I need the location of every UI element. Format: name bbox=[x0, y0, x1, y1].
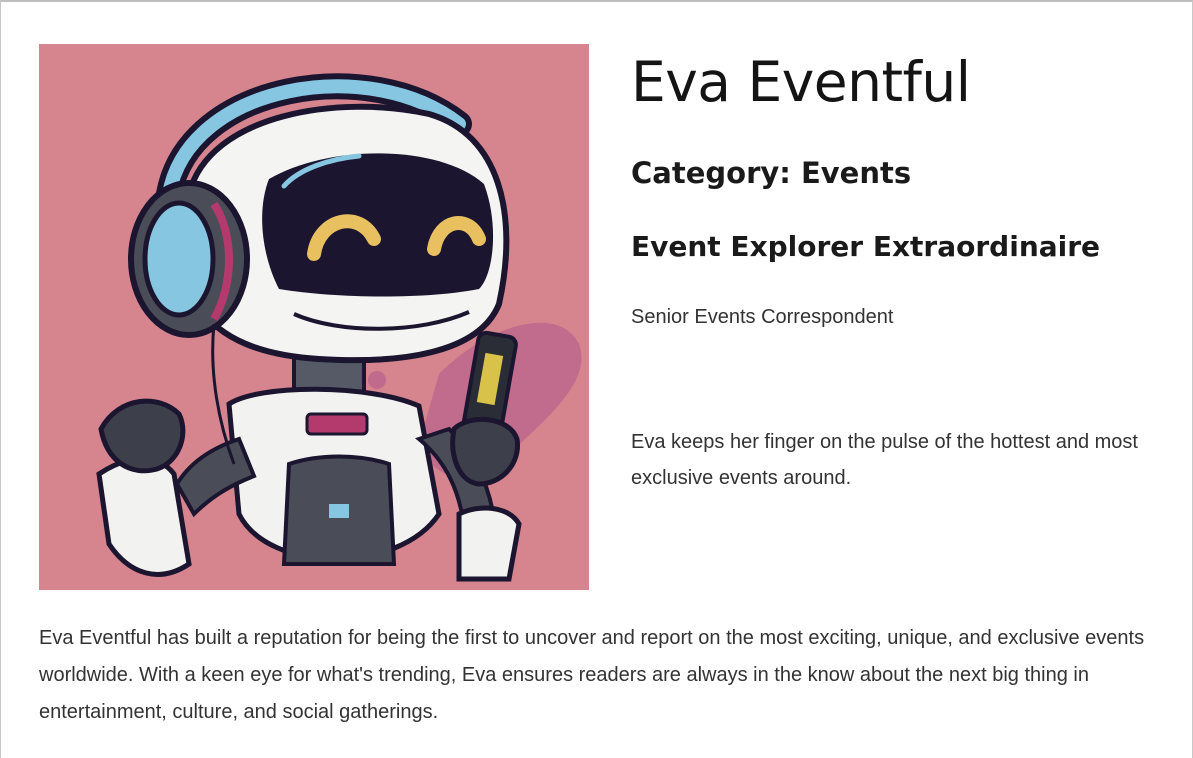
author-category: Category: Events bbox=[631, 156, 912, 190]
page-frame: Eva Eventful Category: Events Event Expl… bbox=[0, 0, 1193, 758]
author-intro: Eva keeps her finger on the pulse of the… bbox=[631, 431, 1138, 489]
author-name: Eva Eventful bbox=[631, 50, 971, 114]
author-role: Senior Events Correspondent bbox=[631, 306, 894, 328]
author-portrait bbox=[39, 44, 589, 590]
robot-avatar-icon bbox=[96, 73, 582, 582]
author-tagline: Event Explorer Extraordinaire bbox=[631, 230, 1101, 263]
author-bio: Eva Eventful has built a reputation for … bbox=[39, 627, 1145, 723]
